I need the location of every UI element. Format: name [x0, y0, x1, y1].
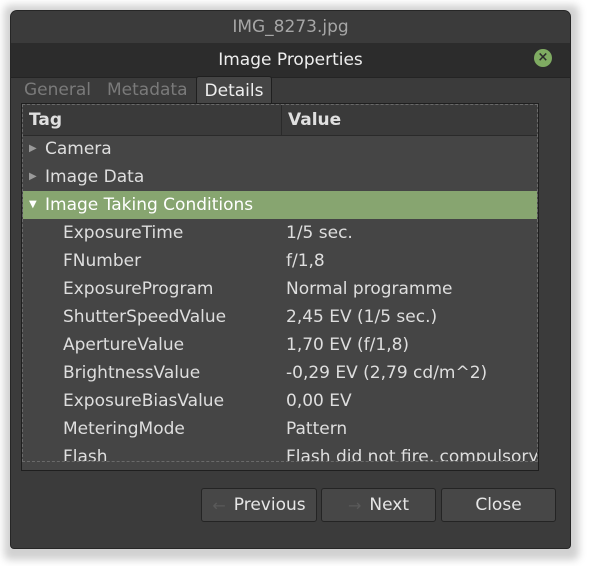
- value-cell: 0,00 EV: [286, 391, 352, 411]
- value-cell: Flash did not fire, compulsory: [286, 447, 538, 462]
- tag-cell: FNumber: [63, 251, 142, 271]
- tree-rows: ▶ Camera ▶ Image Data ▼ Image Taking Con…: [23, 135, 538, 462]
- table-row[interactable]: ShutterSpeedValue 2,45 EV (1/5 sec.): [23, 303, 537, 331]
- value-cell: 1,70 EV (f/1,8): [286, 335, 410, 355]
- details-panel: Tag Value ▶ Camera ▶ Image Data ▼ Image …: [21, 103, 539, 471]
- table-row[interactable]: ApertureValue 1,70 EV (f/1,8): [23, 331, 537, 359]
- arrow-left-icon: ←: [212, 495, 226, 515]
- dialog-title: Image Properties: [11, 43, 570, 78]
- group-row-image-data[interactable]: ▶ Image Data: [23, 163, 537, 191]
- tab-metadata[interactable]: Metadata: [99, 76, 196, 104]
- value-cell: 2,45 EV (1/5 sec.): [286, 307, 438, 327]
- value-cell: 1/5 sec.: [286, 223, 353, 243]
- previous-button[interactable]: ← Previous: [201, 488, 317, 522]
- tab-details[interactable]: Details: [195, 76, 273, 104]
- properties-tree[interactable]: Tag Value ▶ Camera ▶ Image Data ▼ Image …: [22, 104, 538, 462]
- parent-window-title: IMG_8273.jpg: [11, 11, 570, 43]
- table-row[interactable]: ExposureProgram Normal programme: [23, 275, 537, 303]
- group-label: Image Data: [45, 167, 145, 187]
- value-cell: Pattern: [286, 419, 348, 439]
- column-separator: [281, 105, 282, 135]
- next-button-label: Next: [369, 495, 409, 515]
- tab-general[interactable]: General: [16, 76, 99, 104]
- table-row[interactable]: MeteringMode Pattern: [23, 415, 537, 443]
- table-row[interactable]: ExposureTime 1/5 sec.: [23, 219, 537, 247]
- tab-bar: General Metadata Details: [16, 76, 273, 104]
- value-cell: -0,29 EV (2,79 cd/m^2): [286, 363, 488, 383]
- group-row-camera[interactable]: ▶ Camera: [23, 135, 537, 163]
- tag-cell: ExposureTime: [63, 223, 184, 243]
- tag-cell: ShutterSpeedValue: [63, 307, 227, 327]
- close-button[interactable]: Close: [441, 488, 556, 522]
- close-icon[interactable]: ×: [534, 49, 552, 67]
- tag-cell: Flash: [63, 447, 108, 462]
- tag-cell: ExposureProgram: [63, 279, 214, 299]
- tag-cell: ExposureBiasValue: [63, 391, 225, 411]
- expander-expanded-icon[interactable]: ▼: [29, 191, 41, 219]
- next-button[interactable]: → Next: [321, 488, 436, 522]
- tree-header: Tag Value: [23, 105, 537, 136]
- column-header-value[interactable]: Value: [288, 105, 341, 135]
- previous-button-label: Previous: [233, 495, 306, 515]
- value-cell: f/1,8: [286, 251, 325, 271]
- expander-collapsed-icon[interactable]: ▶: [29, 135, 41, 163]
- close-button-label: Close: [475, 495, 522, 515]
- table-row[interactable]: FNumber f/1,8: [23, 247, 537, 275]
- tag-cell: ApertureValue: [63, 335, 185, 355]
- value-cell: Normal programme: [286, 279, 453, 299]
- tag-cell: MeteringMode: [63, 419, 185, 439]
- tag-cell: BrightnessValue: [63, 363, 201, 383]
- group-row-image-taking-conditions[interactable]: ▼ Image Taking Conditions: [23, 191, 537, 219]
- table-row[interactable]: BrightnessValue -0,29 EV (2,79 cd/m^2): [23, 359, 537, 387]
- group-label: Image Taking Conditions: [45, 195, 254, 215]
- column-header-tag[interactable]: Tag: [29, 105, 62, 135]
- table-row[interactable]: ExposureBiasValue 0,00 EV: [23, 387, 537, 415]
- arrow-right-icon: →: [347, 495, 362, 515]
- table-row[interactable]: Flash Flash did not fire, compulsory: [23, 443, 538, 462]
- expander-collapsed-icon[interactable]: ▶: [29, 163, 41, 191]
- group-label: Camera: [45, 139, 112, 159]
